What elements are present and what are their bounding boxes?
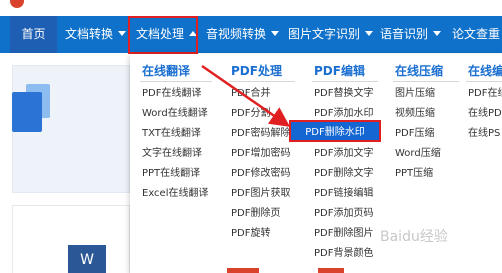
footer-tab (227, 268, 259, 273)
menu-item-pdf-change-password[interactable]: PDF修改密码 (231, 167, 290, 181)
divider (229, 81, 295, 82)
col-title-pdf-edit: PDF编辑 (314, 64, 365, 78)
menu-item-ppt-compress[interactable]: PPT压缩 (395, 167, 433, 181)
annotation-box-nav (128, 16, 198, 54)
menu-item-pdf-add-text[interactable]: PDF添加文字 (314, 147, 373, 161)
chevron-down-icon (271, 31, 280, 36)
menu-item-pdf-online[interactable]: PDF在线 (468, 87, 502, 101)
menu-item-excel-translate[interactable]: Excel在线翻译 (142, 187, 209, 201)
divider (312, 81, 378, 82)
menu-item-video-compress[interactable]: 视频压缩 (395, 107, 435, 121)
menu-item-pdf-add-watermark[interactable]: PDF添加水印 (314, 107, 373, 121)
menu-item-pdf-delete-pages[interactable]: PDF删除页 (231, 207, 280, 221)
chevron-down-icon (433, 31, 442, 36)
nav-ocr[interactable]: 图片文字识别 (288, 16, 374, 53)
menu-item-pdf-split[interactable]: PDF分割 (231, 107, 270, 121)
menu-item-pdf-remove-watermark[interactable]: PDF删除水印 (289, 120, 381, 142)
nav-doc-convert-label: 文档转换 (65, 27, 114, 41)
menu-item-word-translate[interactable]: Word在线翻译 (142, 107, 208, 121)
menu-item-pdf-add-password[interactable]: PDF增加密码 (231, 147, 290, 161)
menu-item-word-compress[interactable]: Word压缩 (395, 147, 441, 161)
menu-item-pdf-delete-images[interactable]: PDF删除图片 (314, 227, 373, 241)
nav-av-convert-label: 音视频转换 (206, 27, 267, 41)
col-title-compress: 在线压缩 (395, 64, 444, 78)
menu-item-txt-translate[interactable]: TXT在线翻译 (142, 127, 201, 141)
baidu-watermark: Baidu经验 (380, 229, 448, 245)
nav-home[interactable]: 首页 (10, 16, 57, 53)
divider (466, 81, 502, 82)
top-bar (0, 0, 502, 16)
menu-item-pdf-translate[interactable]: PDF在线翻译 (142, 87, 201, 101)
menu-item-text-translate[interactable]: 文字在线翻译 (142, 147, 202, 161)
menu-item-pdf-merge[interactable]: PDF合并 (231, 87, 270, 101)
footer-tab (318, 268, 344, 273)
menu-item-pdf-extract-images[interactable]: PDF图片获取 (231, 187, 290, 201)
menu-item-online-ps[interactable]: 在线PS (468, 127, 500, 141)
divider (140, 81, 212, 82)
word-icon-letter: W (80, 252, 94, 268)
menu-item-pdf-rotate[interactable]: PDF旋转 (231, 227, 270, 241)
menu-item-pdf-compress[interactable]: PDF压缩 (395, 127, 434, 141)
divider (393, 81, 459, 82)
col-title-online-edit: 在线编 (468, 64, 502, 78)
menu-item-ppt-translate[interactable]: PPT在线翻译 (142, 167, 200, 181)
nav-home-label: 首页 (21, 27, 46, 41)
col-title-pdf-process: PDF处理 (231, 64, 282, 78)
menu-item-pdf-background-color[interactable]: PDF背景颜色 (314, 247, 373, 261)
chevron-down-icon (365, 31, 374, 36)
col-title-translate: 在线翻译 (142, 64, 191, 78)
menu-item-pdf-unlock[interactable]: PDF密码解除 (231, 127, 290, 141)
nav-speech[interactable]: 语音识别 (380, 16, 442, 53)
chevron-down-icon (118, 31, 127, 36)
main-nav: 首页 文档转换 文档处理 音视频转换 图片文字识别 语音识别 论文查重 (0, 16, 502, 53)
menu-item-pdf-add-page-numbers[interactable]: PDF添加页码 (314, 207, 373, 221)
word-icon[interactable]: W (68, 245, 106, 273)
nav-thesis-check-label: 论文查重 (452, 27, 501, 41)
menu-item-pdf-replace-text[interactable]: PDF替换文字 (314, 87, 373, 101)
document-illustration (12, 92, 42, 132)
nav-av-convert[interactable]: 音视频转换 (206, 16, 280, 53)
nav-speech-label: 语音识别 (380, 27, 429, 41)
nav-ocr-label: 图片文字识别 (288, 27, 361, 41)
page: 首页 文档转换 文档处理 音视频转换 图片文字识别 语音识别 论文查重 W 在线… (0, 0, 502, 273)
site-logo[interactable] (10, 0, 24, 8)
menu-item-online-pdf[interactable]: 在线PDF (468, 107, 502, 121)
nav-doc-convert[interactable]: 文档转换 (65, 16, 127, 53)
menu-item-pdf-delete-text[interactable]: PDF删除文字 (314, 167, 373, 181)
menu-item-pdf-edit-links[interactable]: PDF链接编辑 (314, 187, 373, 201)
nav-thesis-check[interactable]: 论文查重 (452, 16, 500, 53)
menu-item-image-compress[interactable]: 图片压缩 (395, 87, 435, 101)
